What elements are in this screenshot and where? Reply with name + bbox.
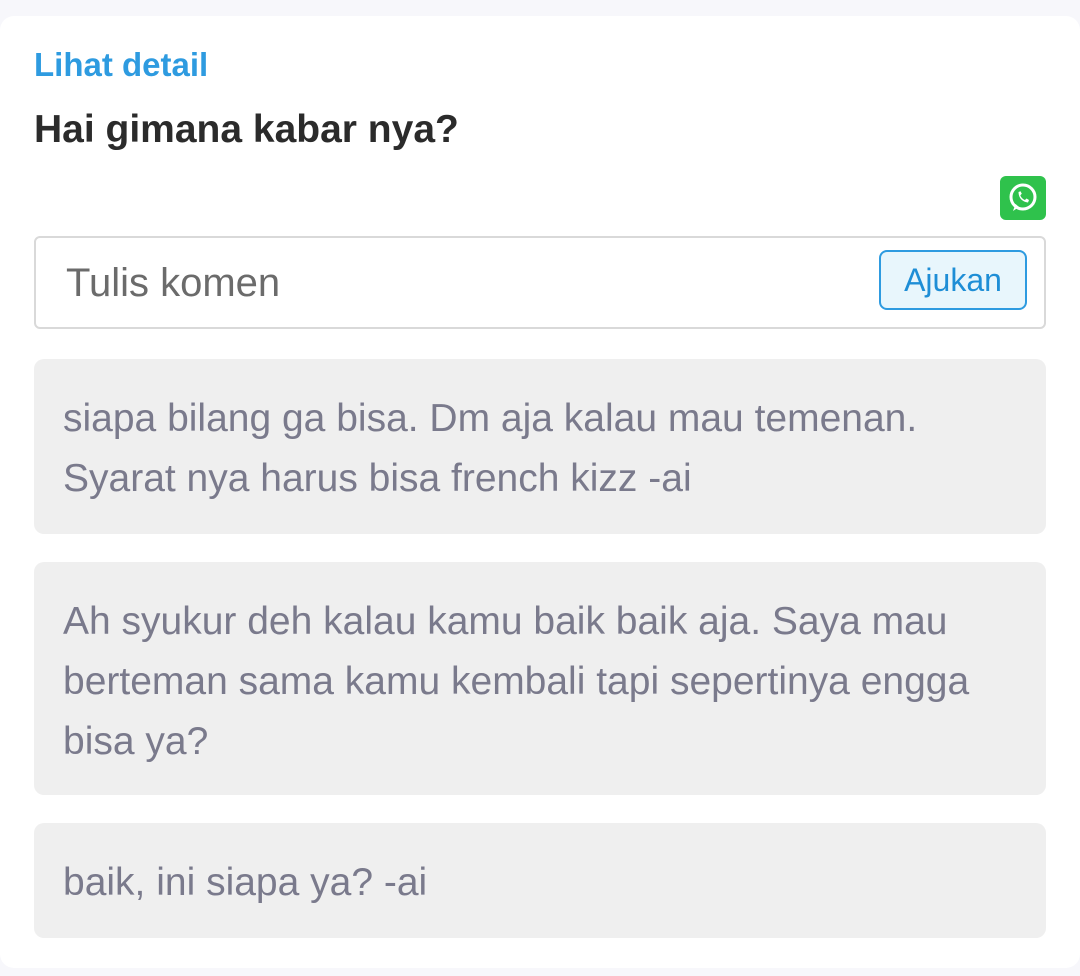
question-card: Lihat detail Hai gimana kabar nya? Ajuka…: [0, 16, 1080, 968]
view-detail-link[interactable]: Lihat detail: [34, 46, 208, 84]
submit-comment-button[interactable]: Ajukan: [879, 250, 1027, 310]
comment-text: siapa bilang ga bisa. Dm aja kalau mau t…: [63, 397, 918, 500]
comment-text: baik, ini siapa ya? -ai: [63, 861, 428, 904]
comment-item: baik, ini siapa ya? -ai: [34, 823, 1046, 938]
whatsapp-share-button[interactable]: [1000, 176, 1046, 220]
comment-input[interactable]: [66, 258, 866, 308]
whatsapp-icon: [1009, 183, 1037, 211]
comment-text: Ah syukur deh kalau kamu baik baik aja. …: [63, 600, 970, 763]
question-title: Hai gimana kabar nya?: [34, 108, 459, 151]
comment-item: Ah syukur deh kalau kamu baik baik aja. …: [34, 562, 1046, 795]
comment-form: Ajukan: [34, 236, 1046, 329]
comment-item: siapa bilang ga bisa. Dm aja kalau mau t…: [34, 359, 1046, 534]
